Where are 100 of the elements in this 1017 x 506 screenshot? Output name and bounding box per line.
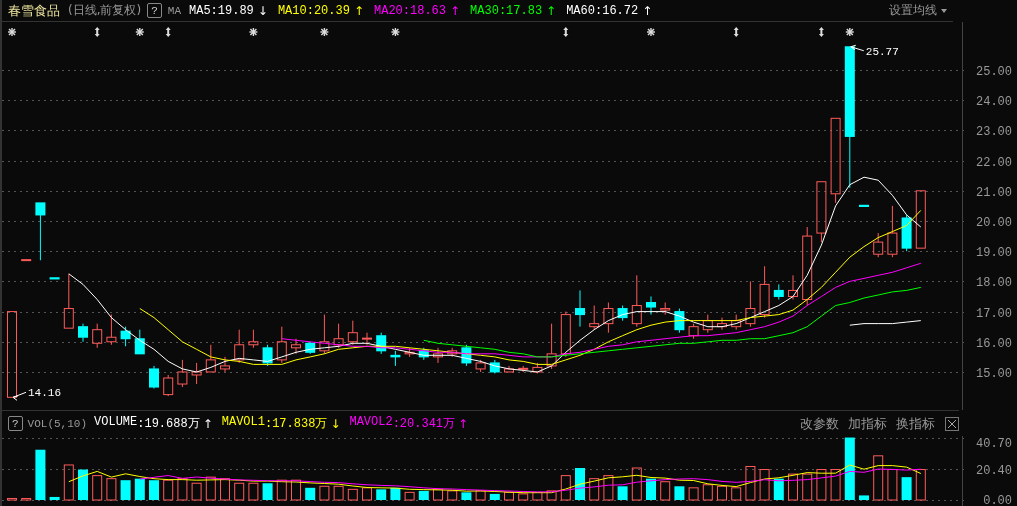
volume-bar (859, 495, 869, 500)
leader-line (850, 44, 865, 52)
stock-name: 春雪食品 (8, 1, 60, 20)
volume-bar (603, 475, 614, 501)
volume-bar (7, 497, 17, 501)
axis-label: 40.70 (976, 437, 1012, 451)
volume-bar (362, 487, 372, 501)
candlestick (149, 365, 159, 390)
leader-line (12, 391, 27, 401)
volume-bar (575, 468, 585, 500)
volume-bar (390, 487, 401, 500)
indicator-action[interactable]: 加指标 (845, 414, 890, 433)
help-button[interactable]: ? (8, 416, 23, 431)
candlestick (447, 347, 458, 358)
axis-label: 20.40 (976, 463, 1012, 478)
asterisk-icon (319, 27, 330, 37)
axis-label: 0.00 (983, 494, 1012, 506)
axis-label: 17.00 (976, 306, 1012, 321)
candlestick (759, 265, 770, 319)
volume-bar (21, 497, 32, 501)
series-name: MAVOL2 (349, 415, 393, 431)
double-arrow-icon (563, 27, 569, 37)
series-name: MA60 (566, 3, 595, 18)
volume-bar (447, 490, 458, 501)
volume-bar (504, 491, 514, 501)
series-value: :20.341万 (392, 416, 456, 432)
candlestick (461, 344, 472, 367)
volume-bar (404, 491, 415, 501)
axis-label: 15.00 (976, 366, 1012, 381)
volume-bar (418, 490, 429, 500)
volume-bar (475, 490, 486, 501)
candlestick (575, 289, 585, 328)
volume-bar (63, 464, 74, 501)
volume-bar (674, 486, 685, 500)
double-arrow-icon (733, 27, 739, 37)
volume-bar (887, 469, 898, 501)
candlestick (276, 326, 287, 364)
candlestick (92, 323, 103, 349)
candlestick (915, 190, 926, 249)
trend-arrow: ↑ (458, 416, 469, 431)
series-value: :17.838万 (264, 417, 328, 432)
candlestick (646, 295, 656, 316)
trend-arrow: ↑ (353, 3, 364, 18)
candlestick (433, 347, 443, 364)
trend-arrow: ↑ (546, 3, 557, 18)
volume-bar (220, 478, 230, 501)
candlestick (234, 329, 245, 364)
candlestick (205, 344, 216, 373)
indicator-action[interactable]: 改参数 (797, 414, 842, 433)
volume-bar (773, 478, 784, 500)
candlestick (546, 323, 557, 370)
candlestick (418, 347, 429, 361)
help-button[interactable]: ? (147, 3, 162, 18)
series-value: :16.72 (595, 3, 639, 18)
series-name: MAVOL1 (221, 415, 265, 431)
volume-bar (901, 477, 912, 500)
volume-bar (163, 479, 174, 501)
close-button[interactable] (945, 416, 959, 431)
volume-bar (489, 493, 500, 500)
volume-bar (461, 492, 472, 500)
volume-bar (844, 437, 855, 500)
candlestick (589, 305, 600, 331)
candlestick (21, 259, 32, 262)
volume-bar (816, 469, 827, 501)
indicator-action[interactable]: 换指标 (893, 414, 938, 433)
axis-label: 16.00 (976, 336, 1012, 351)
candlestick (717, 317, 727, 331)
axis-label: 21.00 (976, 185, 1012, 200)
candlestick (603, 302, 614, 334)
candlestick (745, 280, 756, 328)
candlestick (78, 323, 88, 343)
volume-bar (717, 485, 727, 501)
volume-bar (660, 481, 671, 501)
volume-bar (560, 475, 571, 501)
series-value: :19.688万 (137, 417, 200, 432)
volume-bar (646, 478, 656, 500)
candlestick (702, 314, 713, 334)
trend-arrow: ↑ (642, 3, 653, 18)
asterisk-icon (390, 27, 401, 37)
candlestick (63, 273, 74, 329)
series-name: MA10 (277, 3, 307, 18)
ma-settings-dropdown[interactable]: 设置均线 (889, 2, 947, 19)
volume-bar (788, 473, 798, 501)
candlestick (489, 359, 500, 374)
volume-bar (688, 487, 699, 501)
asterisk-icon (248, 27, 259, 37)
volume-bar (35, 449, 46, 500)
volume-bar (134, 478, 145, 500)
candlestick (674, 308, 685, 334)
volume-bar (49, 496, 60, 500)
candlestick (631, 274, 642, 328)
series-value: :19.89 (210, 3, 254, 18)
candlestick (362, 332, 372, 346)
candlestick (319, 314, 330, 355)
candlestick (617, 305, 628, 322)
series-name: MA5 (189, 3, 211, 18)
axis-label: 22.00 (976, 155, 1012, 170)
double-arrow-icon (94, 27, 100, 37)
candlestick (788, 274, 798, 300)
candlestick (475, 359, 486, 373)
